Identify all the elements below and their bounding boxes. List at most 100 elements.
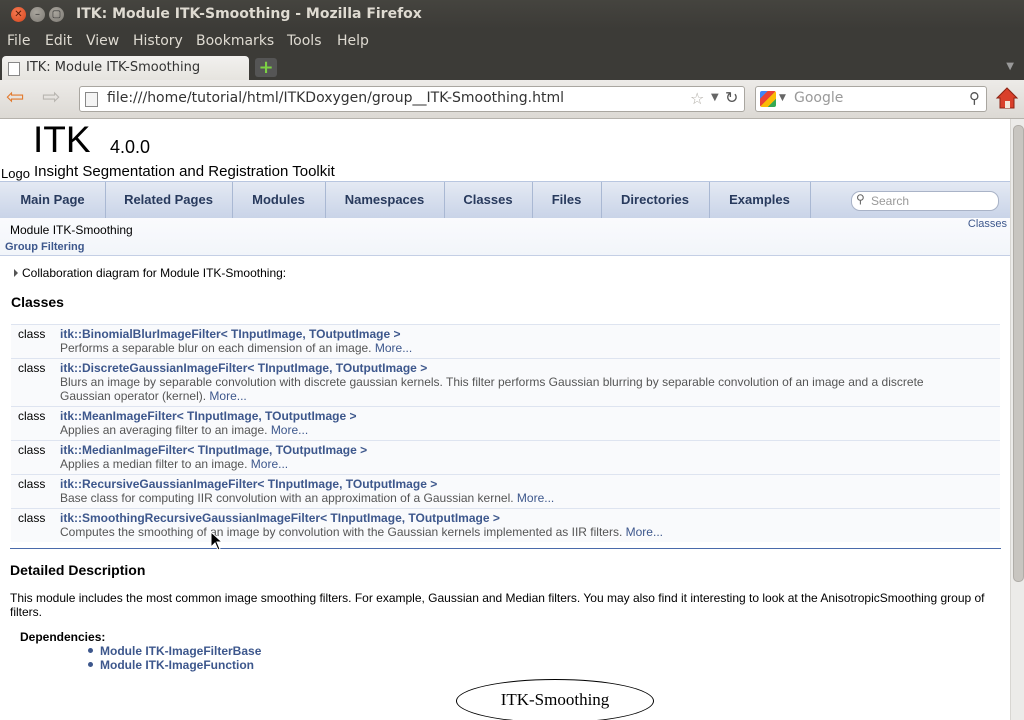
home-icon[interactable] bbox=[994, 85, 1020, 111]
dependency-link[interactable]: Module ITK-ImageFunction bbox=[88, 658, 254, 672]
class-description: Blurs an image by separable convolution … bbox=[60, 375, 924, 403]
detailed-description-text: This module includes the most common ima… bbox=[10, 591, 985, 619]
logo-image: Logo bbox=[1, 166, 30, 181]
page-content: ITK 4.0.0 Logo Insight Segmentation and … bbox=[0, 119, 1010, 720]
reload-icon[interactable]: ↻ bbox=[725, 88, 738, 107]
back-button[interactable]: ⇦ bbox=[6, 87, 24, 109]
nav-tab-namespaces[interactable]: Namespaces bbox=[325, 182, 445, 218]
summary-classes-link[interactable]: Classes bbox=[968, 218, 1007, 230]
search-icon[interactable]: ⚲ bbox=[969, 89, 980, 107]
class-keyword: class bbox=[18, 361, 46, 375]
class-row: class itk::SmoothingRecursiveGaussianIma… bbox=[11, 508, 1000, 542]
page-icon bbox=[85, 92, 98, 107]
class-description: Base class for computing IIR convolution… bbox=[60, 491, 555, 505]
window-maximize-button[interactable]: ▢ bbox=[49, 7, 64, 22]
bookmark-star-icon[interactable]: ☆ bbox=[690, 89, 704, 108]
forward-button[interactable]: ⇨ bbox=[42, 87, 60, 109]
vertical-scrollbar[interactable] bbox=[1010, 119, 1024, 720]
more-link[interactable]: More... bbox=[375, 341, 412, 355]
menu-bookmarks[interactable]: Bookmarks bbox=[196, 33, 274, 49]
search-icon[interactable]: ⚲ bbox=[856, 192, 865, 206]
nav-tab-files[interactable]: Files bbox=[532, 182, 602, 218]
more-link[interactable]: More... bbox=[517, 491, 554, 505]
doxygen-search-box[interactable]: ⚲ Search bbox=[851, 191, 999, 211]
tab-label: ITK: Module ITK-Smoothing bbox=[26, 60, 201, 75]
page-title: Module ITK-Smoothing bbox=[10, 223, 133, 237]
dependency-graph-node[interactable]: ITK-Smoothing bbox=[456, 679, 654, 720]
project-number: 4.0.0 bbox=[110, 137, 151, 157]
dependency-link[interactable]: Module ITK-ImageFilterBase bbox=[88, 644, 261, 658]
web-search-input[interactable]: Google bbox=[794, 90, 843, 106]
expand-arrow-icon[interactable] bbox=[14, 269, 18, 277]
graph-node-label: ITK-Smoothing bbox=[500, 690, 610, 709]
bullet-icon bbox=[88, 648, 93, 653]
class-link[interactable]: itk::MeanImageFilter< TInputImage, TOutp… bbox=[60, 409, 356, 423]
search-engine-dropdown-icon[interactable]: ▼ bbox=[779, 93, 786, 103]
collaboration-toggle[interactable]: Collaboration diagram for Module ITK-Smo… bbox=[14, 266, 286, 280]
web-search-box[interactable]: ▼ Google ⚲ bbox=[755, 86, 987, 112]
menu-edit[interactable]: Edit bbox=[45, 33, 72, 49]
detailed-description-heading: Detailed Description bbox=[10, 562, 146, 578]
nav-tab-examples[interactable]: Examples bbox=[709, 182, 811, 218]
nav-tab-directories[interactable]: Directories bbox=[601, 182, 710, 218]
url-history-dropdown-icon[interactable]: ▼ bbox=[711, 92, 719, 103]
window-titlebar: ✕ – ▢ ITK: Module ITK-Smoothing - Mozill… bbox=[0, 0, 1024, 29]
section-divider bbox=[10, 548, 1001, 549]
collaboration-label[interactable]: Collaboration diagram for Module ITK-Smo… bbox=[22, 266, 286, 280]
new-tab-button[interactable]: + bbox=[255, 58, 277, 77]
project-name: ITK bbox=[33, 119, 91, 160]
menu-help[interactable]: Help bbox=[337, 33, 369, 49]
class-row: class itk::BinomialBlurImageFilter< TInp… bbox=[11, 324, 1000, 358]
more-link[interactable]: More... bbox=[626, 525, 663, 539]
class-keyword: class bbox=[18, 443, 46, 457]
class-keyword: class bbox=[18, 409, 46, 423]
class-link[interactable]: itk::BinomialBlurImageFilter< TInputImag… bbox=[60, 327, 400, 341]
tab-bar: ITK: Module ITK-Smoothing + ▼ bbox=[0, 55, 1024, 80]
menu-view[interactable]: View bbox=[86, 33, 119, 49]
class-row: class itk::MedianImageFilter< TInputImag… bbox=[11, 440, 1000, 474]
class-link[interactable]: itk::SmoothingRecursiveGaussianImageFilt… bbox=[60, 511, 500, 525]
nav-tab-classes[interactable]: Classes bbox=[444, 182, 533, 218]
more-link[interactable]: More... bbox=[251, 457, 288, 471]
breadcrumb-group-filtering[interactable]: Group Filtering bbox=[5, 241, 84, 253]
class-description: Applies an averaging filter to an image.… bbox=[60, 423, 309, 437]
google-icon[interactable] bbox=[760, 91, 776, 107]
class-row: class itk::DiscreteGaussianImageFilter< … bbox=[11, 358, 1000, 406]
tab-list-icon[interactable]: ▼ bbox=[1006, 61, 1014, 72]
class-description: Applies a median filter to an image. Mor… bbox=[60, 457, 289, 471]
doxygen-search-input[interactable]: Search bbox=[871, 194, 909, 208]
menu-tools[interactable]: Tools bbox=[287, 33, 322, 49]
window-close-button[interactable]: ✕ bbox=[11, 7, 26, 22]
nav-tab-modules[interactable]: Modules bbox=[232, 182, 326, 218]
class-keyword: class bbox=[18, 477, 46, 491]
bullet-icon bbox=[88, 662, 93, 667]
class-link[interactable]: itk::DiscreteGaussianImageFilter< TInput… bbox=[60, 361, 427, 375]
class-link[interactable]: itk::MedianImageFilter< TInputImage, TOu… bbox=[60, 443, 367, 457]
more-link[interactable]: More... bbox=[271, 423, 308, 437]
menu-history[interactable]: History bbox=[133, 33, 183, 49]
scrollbar-thumb[interactable] bbox=[1013, 125, 1024, 582]
menu-file[interactable]: File bbox=[7, 33, 30, 49]
classes-heading: Classes bbox=[11, 294, 64, 310]
nav-tab-main-page[interactable]: Main Page bbox=[0, 182, 106, 218]
nav-tab-related-pages[interactable]: Related Pages bbox=[105, 182, 233, 218]
class-description: Performs a separable blur on each dimens… bbox=[60, 341, 413, 355]
dependencies-heading: Dependencies: bbox=[20, 630, 106, 644]
class-row: class itk::MeanImageFilter< TInputImage,… bbox=[11, 406, 1000, 440]
class-description: Computes the smoothing of an image by co… bbox=[60, 525, 663, 539]
class-link[interactable]: itk::RecursiveGaussianImageFilter< TInpu… bbox=[60, 477, 437, 491]
url-bar[interactable]: file:///home/tutorial/html/ITKDoxygen/gr… bbox=[79, 86, 745, 112]
more-link[interactable]: More... bbox=[209, 389, 246, 403]
doxygen-navbar: Main Page Related Pages Modules Namespac… bbox=[0, 181, 1010, 219]
window-title: ITK: Module ITK-Smoothing - Mozilla Fire… bbox=[76, 6, 422, 22]
url-text[interactable]: file:///home/tutorial/html/ITKDoxygen/gr… bbox=[107, 90, 564, 106]
tab-itk-smoothing[interactable]: ITK: Module ITK-Smoothing bbox=[2, 56, 249, 80]
navigation-toolbar: ⇦ ⇨ file:///home/tutorial/html/ITKDoxyge… bbox=[0, 80, 1024, 119]
page-icon bbox=[8, 62, 20, 76]
class-keyword: class bbox=[18, 327, 46, 341]
window-minimize-button[interactable]: – bbox=[30, 7, 45, 22]
class-keyword: class bbox=[18, 511, 46, 525]
project-brief: Insight Segmentation and Registration To… bbox=[34, 163, 335, 180]
mouse-pointer-icon bbox=[210, 531, 224, 551]
class-row: class itk::RecursiveGaussianImageFilter<… bbox=[11, 474, 1000, 508]
